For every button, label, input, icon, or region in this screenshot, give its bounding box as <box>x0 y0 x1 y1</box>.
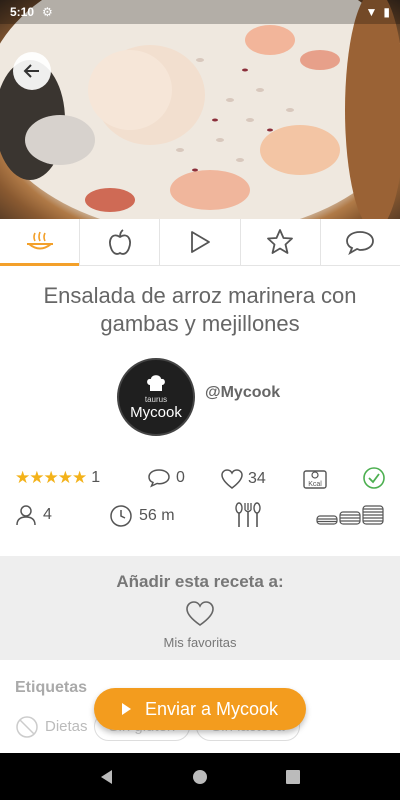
heart-icon <box>186 601 214 626</box>
battery-icon: ▮ <box>383 5 390 19</box>
utensils-stat <box>234 502 262 528</box>
avatar[interactable]: taurus Mycook <box>117 358 195 436</box>
back-triangle-icon[interactable] <box>98 768 116 786</box>
avatar-brand: Mycook <box>130 404 182 421</box>
check-circle-icon <box>363 467 385 489</box>
favorites-button[interactable]: Mis favoritas <box>163 600 237 650</box>
status-time: 5:10 <box>10 5 35 19</box>
send-to-mycook-button[interactable]: Enviar a Mycook <box>94 688 306 730</box>
no-diet-icon <box>16 715 38 738</box>
rating-count: 1 <box>91 469 101 486</box>
apple-icon <box>108 229 131 255</box>
coins-icon <box>316 505 384 525</box>
favorites-label: Mis favoritas <box>163 635 237 650</box>
recipe-tabs <box>0 219 400 266</box>
check-status <box>362 466 386 490</box>
comments-stat[interactable]: 0 <box>147 468 185 488</box>
comments-count: 0 <box>176 469 185 486</box>
play-icon <box>191 231 210 253</box>
likes-count: 34 <box>248 470 266 487</box>
back-button[interactable] <box>13 52 51 90</box>
android-nav-bar <box>0 753 400 800</box>
time-value: 56 m <box>139 507 175 524</box>
clock-icon <box>110 505 132 527</box>
tag-category: Dietas <box>45 718 88 735</box>
play-icon <box>121 703 131 715</box>
recents-square-icon[interactable] <box>284 768 302 786</box>
tab-comments[interactable] <box>321 219 400 265</box>
chef-hat-icon <box>147 375 165 391</box>
wifi-icon: ▼ <box>365 5 378 19</box>
servings-count: 4 <box>43 506 52 523</box>
tab-cooking[interactable] <box>0 219 81 266</box>
avatar-brand-small: taurus <box>144 395 168 404</box>
kcal-label: Kcal <box>308 481 322 488</box>
author-name[interactable]: @Mycook <box>205 384 280 402</box>
add-to-section: Añadir esta receta a: Mis favoritas <box>0 556 400 660</box>
send-button-label: Enviar a Mycook <box>144 698 279 719</box>
tab-nutrition[interactable] <box>80 219 161 265</box>
comment-icon <box>148 469 170 488</box>
utensils-icon <box>235 502 261 527</box>
status-bar: 5:10 ⚙ ▼ ▮ <box>0 0 400 24</box>
cost-stat <box>316 504 386 526</box>
home-circle-icon[interactable] <box>191 768 209 786</box>
settings-icon: ⚙ <box>42 5 53 19</box>
heart-icon <box>221 469 243 489</box>
comment-icon <box>346 231 375 255</box>
time-stat: 56 m <box>109 504 175 528</box>
cooking-pot-icon <box>26 231 53 250</box>
arrow-left-icon <box>23 64 39 78</box>
tags-label: Etiquetas <box>15 679 88 696</box>
person-icon <box>16 505 36 526</box>
scale-kcal-icon: Kcal <box>303 470 327 489</box>
star-icon <box>267 229 294 254</box>
kcal-stat[interactable]: Kcal <box>302 466 328 490</box>
tab-rating[interactable] <box>241 219 321 265</box>
rating-stat[interactable]: ★★★★★ 1 <box>15 468 100 488</box>
recipe-photo: 5:10 ⚙ ▼ ▮ <box>0 0 400 219</box>
author-block[interactable]: taurus Mycook @Mycook <box>117 358 280 436</box>
tab-video[interactable] <box>160 219 241 265</box>
servings-stat: 4 <box>15 504 52 526</box>
likes-stat[interactable]: 34 <box>220 468 266 490</box>
add-section-title: Añadir esta receta a: <box>116 572 284 591</box>
rating-stars: ★★★★★ <box>15 468 87 487</box>
recipe-title: Ensalada de arroz marinera con gambas y … <box>43 283 357 336</box>
